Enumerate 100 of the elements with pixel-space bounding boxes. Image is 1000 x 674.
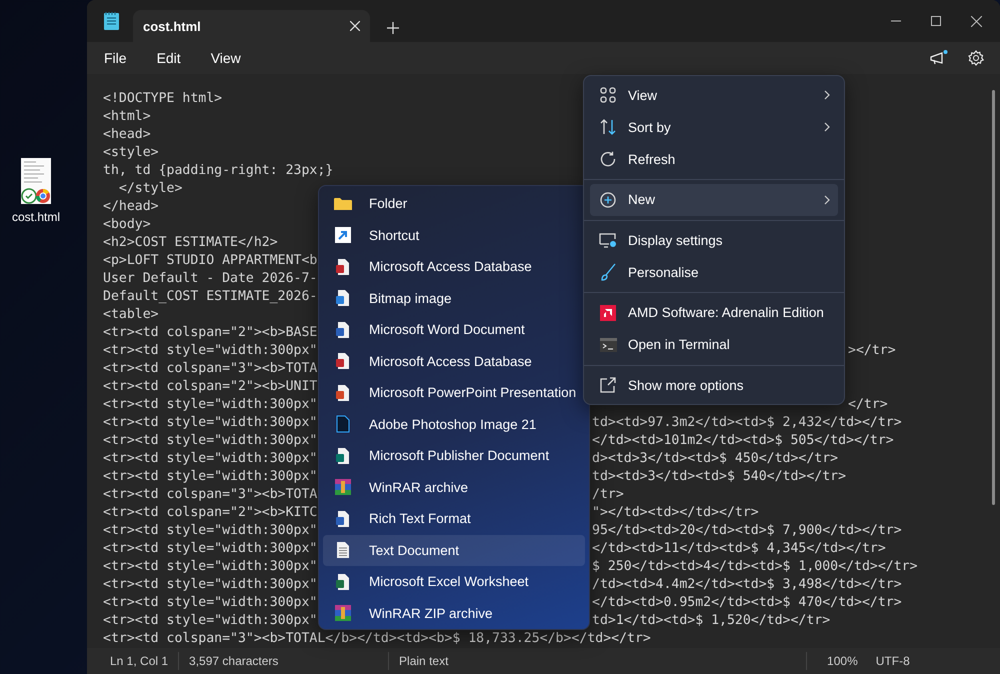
submenu-item[interactable]: Bitmap image — [323, 282, 585, 314]
context-menu-item[interactable]: View — [590, 79, 838, 111]
code-line-fragment: td>1</td><td>$ 1,520</td></tr> — [592, 612, 832, 630]
code-line: <tr><td style="width:300px" — [103, 432, 318, 450]
code-line: </style> — [118, 180, 182, 198]
code-line-fragment: /td><td>4.4m2</td><td>$ 3,498</td></tr> — [592, 576, 903, 594]
code-line: <tr><td style="width:300px" — [103, 612, 318, 630]
context-menu-item[interactable]: Show more options — [590, 369, 838, 401]
context-menu-item[interactable]: Sort by — [590, 111, 838, 143]
code-line: <tr><td style="width:300px" — [103, 576, 318, 594]
character-count: 3,597 characters — [179, 652, 390, 670]
code-line-fragment: ></tr> — [848, 342, 897, 360]
submenu-item[interactable]: Microsoft PowerPoint Presentation — [323, 377, 585, 408]
code-line: <tr><td colspan="3"><b>TOTA — [103, 360, 318, 378]
code-line: <!DOCTYPE html> — [103, 90, 222, 108]
picture-document-icon — [335, 289, 351, 308]
code-line: <tr><td colspan="3"><b>TOTAL</b></td><td><b>$ 18,733.25</b></td></tr> — [103, 630, 651, 648]
context-menu-item[interactable]: AMD Software: Adrenalin Edition — [590, 296, 838, 328]
archive-icon — [335, 479, 351, 496]
close-icon[interactable] — [971, 16, 982, 26]
encoding: UTF-8 — [874, 653, 911, 670]
code-line-fragment: td><td>3</td><td>$ 540</td></tr> — [592, 468, 848, 486]
file-label: cost.html — [12, 210, 60, 224]
document-icon — [335, 258, 351, 276]
code-line: <tr><td colspan="2"><b>BASE — [103, 324, 318, 342]
document-tab[interactable]: cost.html — [133, 10, 370, 42]
submenu-item[interactable]: Rich Text Format — [323, 503, 585, 534]
submenu-item[interactable]: WinRAR ZIP archive — [323, 598, 585, 629]
refresh-icon — [600, 151, 616, 167]
code-line: <table> — [103, 306, 159, 324]
menu-bar-item[interactable]: File — [93, 46, 138, 70]
scrollbar-thumb[interactable] — [992, 90, 995, 505]
code-line: <tr><td style="width:300px" — [103, 450, 318, 468]
document-icon — [335, 352, 351, 370]
code-line: <p>LOFT STUDIO APPARTMENT<b — [103, 252, 318, 270]
document-icon — [335, 572, 351, 591]
archive-icon — [335, 605, 351, 622]
code-line-fragment: "></td><td></td></tr> — [592, 504, 760, 522]
code-line: <tr><td style="width:300px" — [103, 414, 318, 432]
submenu-item[interactable]: Shortcut — [323, 220, 585, 251]
code-line: <style> — [103, 144, 159, 162]
file-format: Plain text — [389, 652, 808, 670]
code-line: </head> — [103, 198, 159, 216]
code-line: <tr><td style="width:300px" — [103, 468, 318, 486]
code-line-fragment: $ 250</td><td>4</td><td>$ 1,000</td></tr> — [592, 558, 919, 576]
code-line: <head> — [103, 126, 151, 144]
submenu-item[interactable]: Microsoft Word Document — [323, 314, 585, 346]
document-icon — [335, 320, 351, 339]
code-line: <tr><td colspan="2"><b>UNIT — [103, 378, 318, 396]
megaphone-icon[interactable] — [930, 50, 948, 66]
html-file-icon[interactable] — [21, 158, 51, 204]
submenu-item[interactable]: Folder — [323, 188, 585, 220]
code-line: <tr><td style="width:300px" — [103, 558, 318, 576]
grid-icon — [600, 87, 616, 103]
code-line-fragment: </td><td>0.95m2</td><td>$ 470</td></tr> — [592, 594, 903, 612]
code-line: <h2>COST ESTIMATE</h2> — [103, 234, 278, 252]
code-line: <body> — [103, 216, 151, 234]
add-circle-icon — [600, 192, 616, 208]
submenu-item[interactable]: Microsoft Excel Worksheet — [323, 566, 585, 598]
code-line-fragment: </td><td>11</td><td>$ 4,345</td></tr> — [592, 540, 887, 558]
submenu-item[interactable]: Microsoft Access Database — [323, 346, 585, 377]
new-tab-icon[interactable] — [387, 22, 399, 34]
code-line: <tr><td style="width:300px" — [103, 396, 318, 414]
settings-icon[interactable] — [968, 50, 984, 66]
code-line-fragment: </tr> — [848, 396, 889, 414]
notepad-icon — [104, 12, 119, 30]
code-line-fragment: </td><td>101m2</td><td>$ 505</td></tr> — [592, 432, 895, 450]
context-menu-item[interactable]: Personalise — [590, 256, 838, 288]
brush-icon — [600, 263, 616, 281]
folder-icon — [334, 196, 352, 211]
code-line: <html> — [103, 108, 151, 126]
cursor-position: Ln 1, Col 1 — [87, 652, 180, 670]
submenu-item[interactable]: Adobe Photoshop Image 21 — [323, 408, 585, 440]
submenu-item[interactable]: Text Document — [323, 534, 585, 566]
code-line: <tr><td style="width:300px" — [103, 540, 318, 558]
context-menu-item[interactable]: Refresh — [590, 143, 838, 175]
terminal-icon — [600, 338, 616, 352]
code-line: <tr><td colspan="2"><b>KITC — [103, 504, 318, 522]
code-line-fragment: 95</td><td>20</td><td>$ 7,900</td></tr> — [592, 522, 903, 540]
code-line: <tr><td style="width:300px" — [103, 342, 318, 360]
code-line-fragment: td><td>97.3m2</td><td>$ 2,432</td></tr> — [592, 414, 903, 432]
close-icon[interactable] — [350, 21, 360, 31]
document-icon — [335, 510, 351, 528]
code-line-fragment: /tr> — [592, 486, 625, 504]
document-icon — [335, 384, 351, 402]
submenu-item[interactable]: Microsoft Access Database — [323, 251, 585, 282]
code-line: <tr><td colspan="3"><b>TOTA — [103, 486, 318, 504]
document-icon — [335, 446, 351, 465]
menu-bar-item[interactable]: Edit — [146, 46, 192, 70]
submenu-item[interactable]: Microsoft Publisher Document — [323, 440, 585, 472]
submenu-item[interactable]: WinRAR archive — [323, 472, 585, 503]
context-menu-item[interactable]: Display settings — [590, 224, 838, 256]
text-document-icon — [336, 541, 350, 560]
sort-arrows-icon — [600, 119, 616, 135]
display-settings-icon — [599, 232, 617, 248]
maximize-icon[interactable] — [931, 16, 941, 26]
context-menu-item[interactable]: New — [590, 184, 838, 216]
menu-bar-item[interactable]: View — [200, 46, 252, 70]
code-line: User Default - Date 2026-7- — [103, 270, 318, 288]
context-menu-item[interactable]: Open in Terminal — [590, 328, 838, 360]
